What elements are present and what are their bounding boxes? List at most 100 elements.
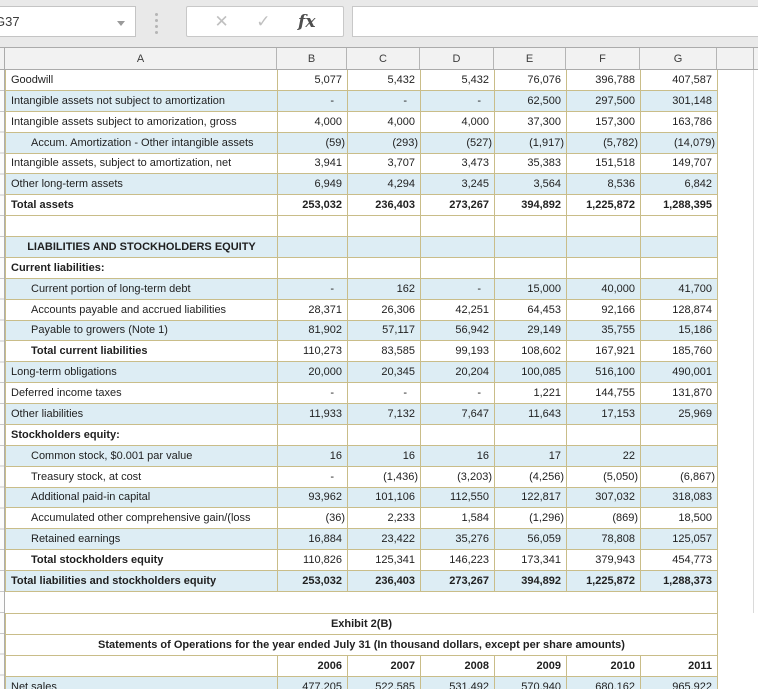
cell[interactable]	[421, 257, 495, 279]
cell[interactable]: Intangible assets subject to amorization…	[6, 111, 278, 133]
cell[interactable]	[348, 216, 421, 237]
cell[interactable]	[348, 424, 421, 446]
cell[interactable]: 81,902	[278, 320, 348, 342]
cell[interactable]: Other long-term assets	[6, 174, 278, 196]
cell[interactable]: 394,892	[495, 571, 567, 592]
cell[interactable]: 11,933	[278, 404, 348, 425]
spacer-row[interactable]	[5, 592, 718, 613]
cell[interactable]	[278, 257, 348, 279]
cell[interactable]	[421, 237, 495, 258]
cell[interactable]: (59)	[278, 132, 348, 154]
cell[interactable]: 151,518	[567, 153, 641, 175]
cell[interactable]: 477,205	[278, 676, 348, 689]
cell[interactable]: LIABILITIES AND STOCKHOLDERS EQUITY	[6, 237, 278, 258]
cell[interactable]: 173,341	[495, 550, 567, 571]
cell[interactable]	[641, 445, 718, 467]
cell[interactable]: 570,940	[495, 676, 567, 689]
column-header-A[interactable]: A	[5, 48, 277, 69]
cell[interactable]: 144,755	[567, 383, 641, 404]
cell[interactable]: 522,585	[348, 676, 421, 689]
cell[interactable]	[495, 257, 567, 279]
cell[interactable]	[6, 655, 278, 677]
cell[interactable]: Net sales	[6, 676, 278, 689]
cell[interactable]: 2007	[348, 655, 421, 677]
cell[interactable]	[495, 424, 567, 446]
cell[interactable]: 28,371	[278, 299, 348, 321]
cell[interactable]: 965,922	[641, 676, 718, 689]
cell[interactable]: -	[421, 278, 495, 300]
cell[interactable]	[421, 424, 495, 446]
cell[interactable]	[567, 216, 641, 237]
cell[interactable]: Current liabilities:	[6, 257, 278, 279]
cell[interactable]: 3,245	[421, 174, 495, 196]
cell[interactable]: 16,884	[278, 529, 348, 551]
cell[interactable]: 516,100	[567, 362, 641, 384]
cell[interactable]: Total assets	[6, 195, 278, 217]
cell[interactable]: 1,221	[495, 383, 567, 404]
drag-handle-icon[interactable]	[155, 13, 158, 34]
cell[interactable]: 5,432	[421, 70, 495, 91]
cell[interactable]: (14,079)	[641, 132, 718, 154]
cell[interactable]: 253,032	[278, 195, 348, 217]
cell[interactable]: 301,148	[641, 90, 718, 112]
cell[interactable]: 92,166	[567, 299, 641, 321]
cell[interactable]: -	[278, 90, 348, 112]
accept-icon[interactable]: ✓	[256, 12, 270, 32]
cell[interactable]: 3,707	[348, 153, 421, 175]
cell[interactable]: -	[348, 383, 421, 404]
cell[interactable]: Accum. Amortization - Other intangible a…	[6, 132, 278, 154]
cell[interactable]: 167,921	[567, 341, 641, 363]
cell[interactable]: Accumulated other comprehensive gain/(lo…	[6, 508, 278, 530]
cell[interactable]: 42,251	[421, 299, 495, 321]
column-header-E[interactable]: E	[494, 48, 566, 69]
cell[interactable]: 5,432	[348, 70, 421, 91]
cell[interactable]: 110,826	[278, 550, 348, 571]
cell[interactable]: 17	[495, 445, 567, 467]
cell[interactable]: 185,760	[641, 341, 718, 363]
cell[interactable]: Common stock, $0.001 par value	[6, 445, 278, 467]
cell[interactable]: 15,000	[495, 278, 567, 300]
cell[interactable]: 83,585	[348, 341, 421, 363]
exhibit-subtitle-cell[interactable]: Statements of Operations for the year en…	[6, 634, 718, 656]
cell[interactable]: 8,536	[567, 174, 641, 196]
cell[interactable]	[641, 424, 718, 446]
cell[interactable]: 41,700	[641, 278, 718, 300]
cell[interactable]: (36)	[278, 508, 348, 530]
cell[interactable]: 5,077	[278, 70, 348, 91]
cell[interactable]: 2006	[278, 655, 348, 677]
cell[interactable]: 11,643	[495, 404, 567, 425]
cell[interactable]: 236,403	[348, 571, 421, 592]
cell[interactable]	[421, 216, 495, 237]
cell[interactable]: 76,076	[495, 70, 567, 91]
cell[interactable]: 2,233	[348, 508, 421, 530]
cell[interactable]: 57,117	[348, 320, 421, 342]
cell[interactable]: 297,500	[567, 90, 641, 112]
cell[interactable]: 40,000	[567, 278, 641, 300]
cell[interactable]: Total liabilities and stockholders equit…	[6, 571, 278, 592]
cell[interactable]: 1,288,373	[641, 571, 718, 592]
cell[interactable]: (869)	[567, 508, 641, 530]
cell[interactable]: 128,874	[641, 299, 718, 321]
cell[interactable]: (1,917)	[495, 132, 567, 154]
column-header-G[interactable]: G	[640, 48, 717, 69]
cell[interactable]: 1,225,872	[567, 571, 641, 592]
column-header-B[interactable]: B	[277, 48, 347, 69]
cell[interactable]: (293)	[348, 132, 421, 154]
cell[interactable]: 101,106	[348, 487, 421, 509]
cell[interactable]: 2009	[495, 655, 567, 677]
cell[interactable]: 318,083	[641, 487, 718, 509]
cell[interactable]: -	[278, 278, 348, 300]
cell[interactable]: -	[348, 90, 421, 112]
cell[interactable]: 35,383	[495, 153, 567, 175]
cell[interactable]: 108,602	[495, 341, 567, 363]
cell[interactable]: Total current liabilities	[6, 341, 278, 363]
cell[interactable]: 131,870	[641, 383, 718, 404]
cell[interactable]: 273,267	[421, 571, 495, 592]
cell[interactable]: 162	[348, 278, 421, 300]
cell[interactable]: 7,647	[421, 404, 495, 425]
cell[interactable]: (4,256)	[495, 466, 567, 488]
cell[interactable]: 37,300	[495, 111, 567, 133]
cell[interactable]: 15,186	[641, 320, 718, 342]
cell[interactable]: Total stockholders equity	[6, 550, 278, 571]
cell[interactable]: 4,294	[348, 174, 421, 196]
